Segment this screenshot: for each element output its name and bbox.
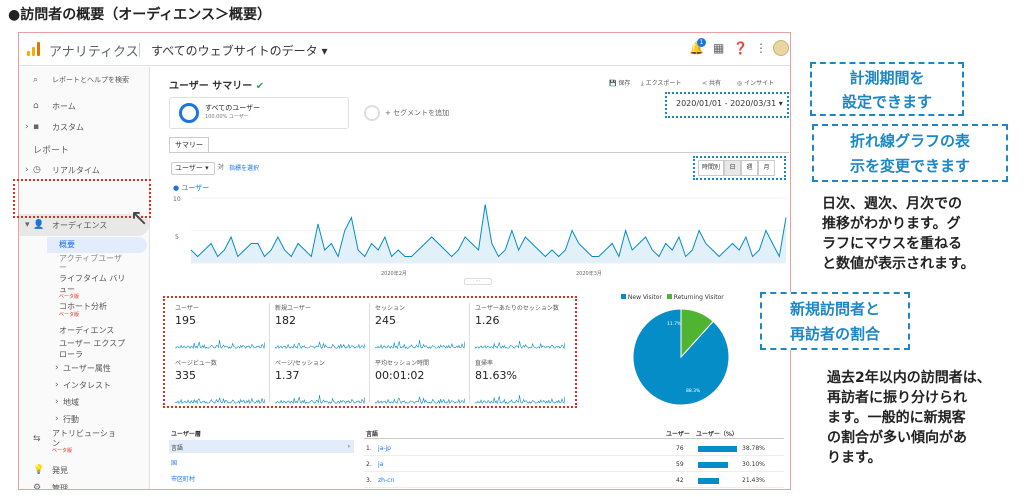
search-icon: ⌕ [33,75,39,85]
chevron-right-icon: › [55,414,59,424]
insights-icon: ◎ [737,80,743,87]
returning-visitor-swatch [666,294,672,299]
clock-icon: ◷ [33,165,41,175]
row-language: zh-cn [378,477,395,484]
annotation-visitors: 過去2年以内の訪問者は、 再訪者に振り分けられ ます。一般的に新規客 の割合が多… [827,370,991,466]
row-pct-bar [698,446,737,452]
row-language: ja-jp [378,445,391,452]
avatar[interactable] [773,40,789,56]
export-button[interactable]: ⤓ エクスポート [641,78,681,88]
sidebar: ⌕ レポートとヘルプを検索 ⌂ ホーム › ▪ カスタム レポート › ◷ リア… [19,67,150,490]
property-selector[interactable]: すべてのウェブサイトのデータ ▾ [151,42,328,59]
new-visitor-swatch [621,294,626,299]
demo-row-city[interactable]: 市区町村 [171,474,195,483]
granularity-highlight-box [693,156,786,180]
row-users: 76 [676,445,684,452]
row-pct-bar [698,462,728,468]
segment-name: すべてのユーザー [205,104,261,112]
chevron-right-icon: › [55,363,59,373]
callout-date-range: 計測期間を 設定できます [810,62,964,116]
chevron-right-icon: › [25,165,29,175]
verified-check-icon: ✔ [255,81,265,92]
y-tick-10: 10 [173,196,181,203]
attribution-icon: ⇆ [33,434,41,444]
row-users-pct: 30.10% [742,461,765,468]
header-divider [139,43,140,57]
page-title: ユーザー サマリー ✔ [169,81,265,92]
app-name: アナリティクス [49,45,139,60]
users-area-fill [191,204,786,263]
analytics-logo-icon [27,42,41,56]
home-icon: ⌂ [33,101,39,111]
chevron-down-icon: ▾ [25,220,30,230]
mouse-cursor-icon: ↖ [130,206,149,231]
metric-dropdown[interactable]: ユーザー ▾ [171,162,215,175]
segment-circle-icon [179,103,199,123]
select-metric-link[interactable]: 指標を選択 [229,163,259,172]
pie-label-new: 88.3% [686,388,701,394]
date-range-highlight-box [665,92,789,118]
language-table-header: 言語 ユーザー ユーザー（%） [364,429,784,439]
visitor-pie-chart[interactable]: 11.7% 88.3% [631,307,731,407]
row-users: 59 [676,461,684,468]
annotation-trend: 日次、週次、月次での 推移がわかります。グ ラフにマウスを重ねる と数値が表示さ… [822,196,975,272]
series-legend: ● ユーザー [173,184,210,192]
users-line-chart[interactable]: 10 5 2020年2月 2020年3月 [171,193,791,278]
row-users-pct: 38.78% [742,445,765,452]
save-button[interactable]: 💾 保存 [609,78,630,87]
dashboard-icon: ▪ [33,122,40,132]
pie-label-returning: 11.7% [667,321,682,327]
add-segment-circle-icon [364,105,380,121]
chevron-right-icon: › [347,443,350,450]
metrics-highlight-box [163,296,577,408]
chevron-right-icon: › [55,380,59,390]
row-language: ja [378,461,384,468]
vs-label: 対 [218,164,225,171]
row-index: 1. [366,445,372,452]
table-row[interactable]: 2. ja 59 30.10% [364,458,784,472]
callout-granularity: 折れ線グラフの表 示を変更できます [812,124,1008,182]
share-button[interactable]: ≺ 共有 [702,78,721,87]
table-row[interactable]: 1. ja-jp 76 38.78% [364,442,784,456]
row-users: 42 [676,477,684,484]
demo-row-language[interactable]: 言語 › [169,440,354,453]
chevron-right-icon: › [25,122,29,132]
row-index: 3. [366,477,372,484]
segment-sub: 100.00% ユーザー [205,114,249,120]
pie-legend: New Visitor Returning Visitor [621,294,724,301]
table-row[interactable]: 3. zh-cn 42 21.43% [364,474,784,488]
insights-button[interactable]: ◎ インサイト [737,78,774,87]
demo-row-country[interactable]: 国 [171,458,177,467]
lightbulb-icon: 💡 [33,465,45,475]
page-heading: ●訪問者の概要（オーディエンス＞概要） [8,7,271,23]
chevron-right-icon: › [55,397,59,407]
share-icon: ≺ [702,80,708,87]
x-tick-mar: 2020年3月 [576,270,602,277]
screenshot-root: ●訪問者の概要（オーディエンス＞概要） アナリティクス すべてのウェブサイトのデ… [0,0,1031,497]
row-users-pct: 21.43% [742,477,765,484]
gear-icon: ⚙ [33,483,42,490]
person-icon: 👤 [33,220,45,230]
help-icon[interactable]: ❓ [733,41,748,55]
tab-underline [169,152,789,153]
notification-badge: 1 [697,38,706,47]
add-segment-button[interactable]: + セグメントを追加 [385,108,449,118]
chart-resize-handle[interactable]: ⋯ [464,278,492,285]
x-tick-feb: 2020年2月 [381,270,407,277]
row-pct-bar [698,478,719,484]
row-index: 2. [366,461,372,468]
save-icon: 💾 [609,80,617,87]
more-vert-icon[interactable]: ⋮ [755,41,767,55]
top-bar: アナリティクス すべてのウェブサイトのデータ ▾ 🔔 1 ▦ ❓ ⋮ [19,33,790,66]
y-tick-5: 5 [175,234,179,241]
tab-summary[interactable]: サマリー [169,137,209,153]
download-icon: ⤓ [641,80,644,87]
apps-grid-icon[interactable]: ▦ [713,41,724,55]
callout-new-returning: 新規訪問者と 再訪者の割合 [760,292,910,350]
